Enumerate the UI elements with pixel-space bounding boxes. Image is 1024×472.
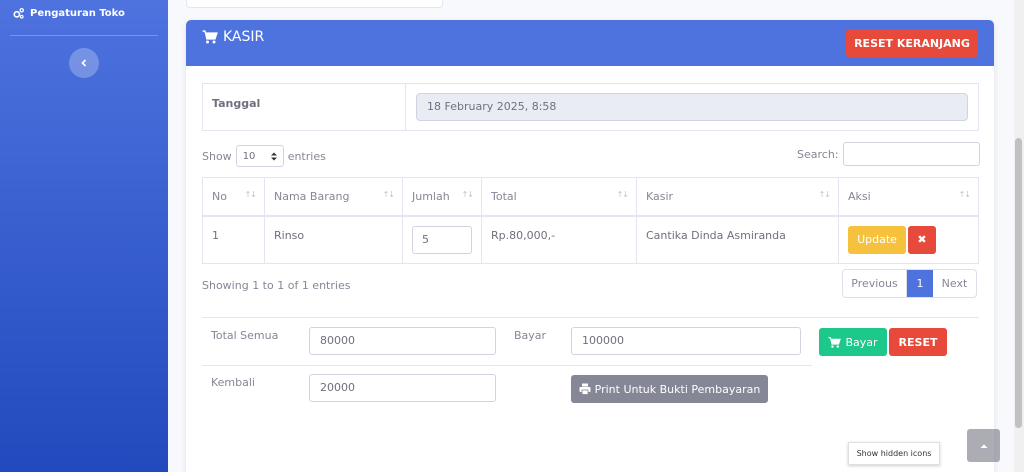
- column-header-total[interactable]: Total ↑↓: [481, 177, 637, 217]
- pagination-previous[interactable]: Previous: [843, 270, 907, 297]
- quantity-input[interactable]: 5: [412, 225, 472, 254]
- print-button[interactable]: Print Untuk Bukti Pembayaran: [571, 375, 768, 403]
- pagination: Previous 1 Next: [842, 269, 977, 298]
- scrollbar[interactable]: [1014, 0, 1024, 472]
- kasir-card: KASIR RESET KERANJANG Tanggal 18 Februar…: [186, 20, 994, 472]
- sidebar-item-label: Pengaturan Toko: [30, 8, 125, 19]
- entries-select[interactable]: 10: [235, 145, 284, 167]
- sort-icon: ↑↓: [382, 190, 395, 199]
- cart-table: No ↑↓ Nama Barang ↑↓ Jumlah ↑↓ Total ↑↓ Kasi…: [202, 177, 979, 264]
- search-label: Search:: [797, 147, 839, 161]
- reset-cart-button[interactable]: RESET KERANJANG: [846, 29, 978, 57]
- divider: [202, 365, 812, 366]
- table-row: 1 Rinso 5 Rp.80,000,- Cantika Dinda Asmi…: [202, 215, 979, 264]
- search-wrap: Search:: [797, 142, 980, 166]
- cell-nama-barang: Rinso: [264, 215, 403, 264]
- sidebar-item-pengaturan-toko[interactable]: Pengaturan Toko: [12, 7, 125, 20]
- table-info: Showing 1 to 1 of 1 entries: [202, 279, 351, 292]
- delete-button[interactable]: ✖: [908, 225, 936, 254]
- cell-no: 1: [202, 215, 265, 264]
- sort-icon: ↑↓: [244, 190, 257, 199]
- card-title: KASIR: [202, 29, 264, 45]
- bayar-field[interactable]: 100000: [571, 327, 801, 355]
- entries-label: entries: [287, 149, 326, 163]
- cell-jumlah: 5: [402, 215, 482, 264]
- card-title-text: KASIR: [223, 29, 265, 45]
- column-header-nama-barang[interactable]: Nama Barang ↑↓: [264, 177, 403, 217]
- cogs-icon: [13, 7, 25, 19]
- top-card-edge: [186, 0, 443, 8]
- tooltip: Show hidden icons: [848, 442, 940, 465]
- total-field[interactable]: 80000: [309, 327, 496, 355]
- print-button-label: Print Untuk Bukti Pembayaran: [594, 382, 761, 396]
- cell-aksi: Update ✖: [838, 215, 979, 264]
- column-header-jumlah[interactable]: Jumlah ↑↓: [402, 177, 482, 217]
- chevron-left-icon: [81, 59, 87, 67]
- chevron-up-icon: [980, 444, 987, 448]
- sort-icon: ↑↓: [958, 190, 971, 199]
- sort-icon: ↑↓: [461, 190, 474, 199]
- update-button[interactable]: Update: [848, 225, 906, 254]
- sort-updown-icon: [270, 152, 277, 160]
- bayar-button-label: Bayar: [845, 335, 878, 349]
- column-header-kasir[interactable]: Kasir ↑↓: [636, 177, 839, 217]
- reset-button[interactable]: RESET: [889, 328, 947, 356]
- divider: [202, 317, 979, 318]
- bayar-label: Bayar: [514, 329, 547, 342]
- show-entries: Show 10 entries: [202, 145, 326, 167]
- date-field[interactable]: 18 February 2025, 8:58: [416, 93, 968, 121]
- date-label: Tanggal: [203, 84, 406, 130]
- date-table: Tanggal 18 February 2025, 8:58: [202, 83, 979, 131]
- bayar-button[interactable]: Bayar: [819, 328, 887, 356]
- scroll-to-top-button[interactable]: [967, 429, 1000, 462]
- column-header-aksi[interactable]: Aksi ↑↓: [838, 177, 979, 217]
- card-header: KASIR RESET KERANJANG: [186, 20, 994, 66]
- table-header-row: No ↑↓ Nama Barang ↑↓ Jumlah ↑↓ Total ↑↓ Kasi…: [202, 177, 979, 217]
- print-icon: [579, 383, 591, 395]
- kembali-label: Kembali: [211, 376, 255, 389]
- column-header-no[interactable]: No ↑↓: [202, 177, 265, 217]
- kembali-field[interactable]: 20000: [309, 374, 496, 402]
- cell-total: Rp.80,000,-: [481, 215, 637, 264]
- date-cell: 18 February 2025, 8:58: [406, 84, 978, 130]
- sort-icon: ↑↓: [616, 190, 629, 199]
- pagination-next[interactable]: Next: [933, 270, 976, 297]
- pagination-page-1[interactable]: 1: [907, 270, 933, 297]
- scrollbar-thumb[interactable]: [1015, 138, 1022, 428]
- search-input[interactable]: [842, 142, 980, 166]
- sidebar-divider: [10, 35, 158, 36]
- shopping-cart-icon: [828, 336, 842, 348]
- sidebar-toggle-button[interactable]: [69, 48, 99, 78]
- entries-value: 10: [242, 150, 256, 162]
- total-label: Total Semua: [211, 329, 279, 342]
- cell-kasir: Cantika Dinda Asmiranda: [636, 215, 839, 264]
- show-label: Show: [202, 149, 232, 163]
- sort-icon: ↑↓: [818, 190, 831, 199]
- sidebar: Pengaturan Toko: [0, 0, 168, 472]
- shopping-cart-icon: [202, 30, 218, 44]
